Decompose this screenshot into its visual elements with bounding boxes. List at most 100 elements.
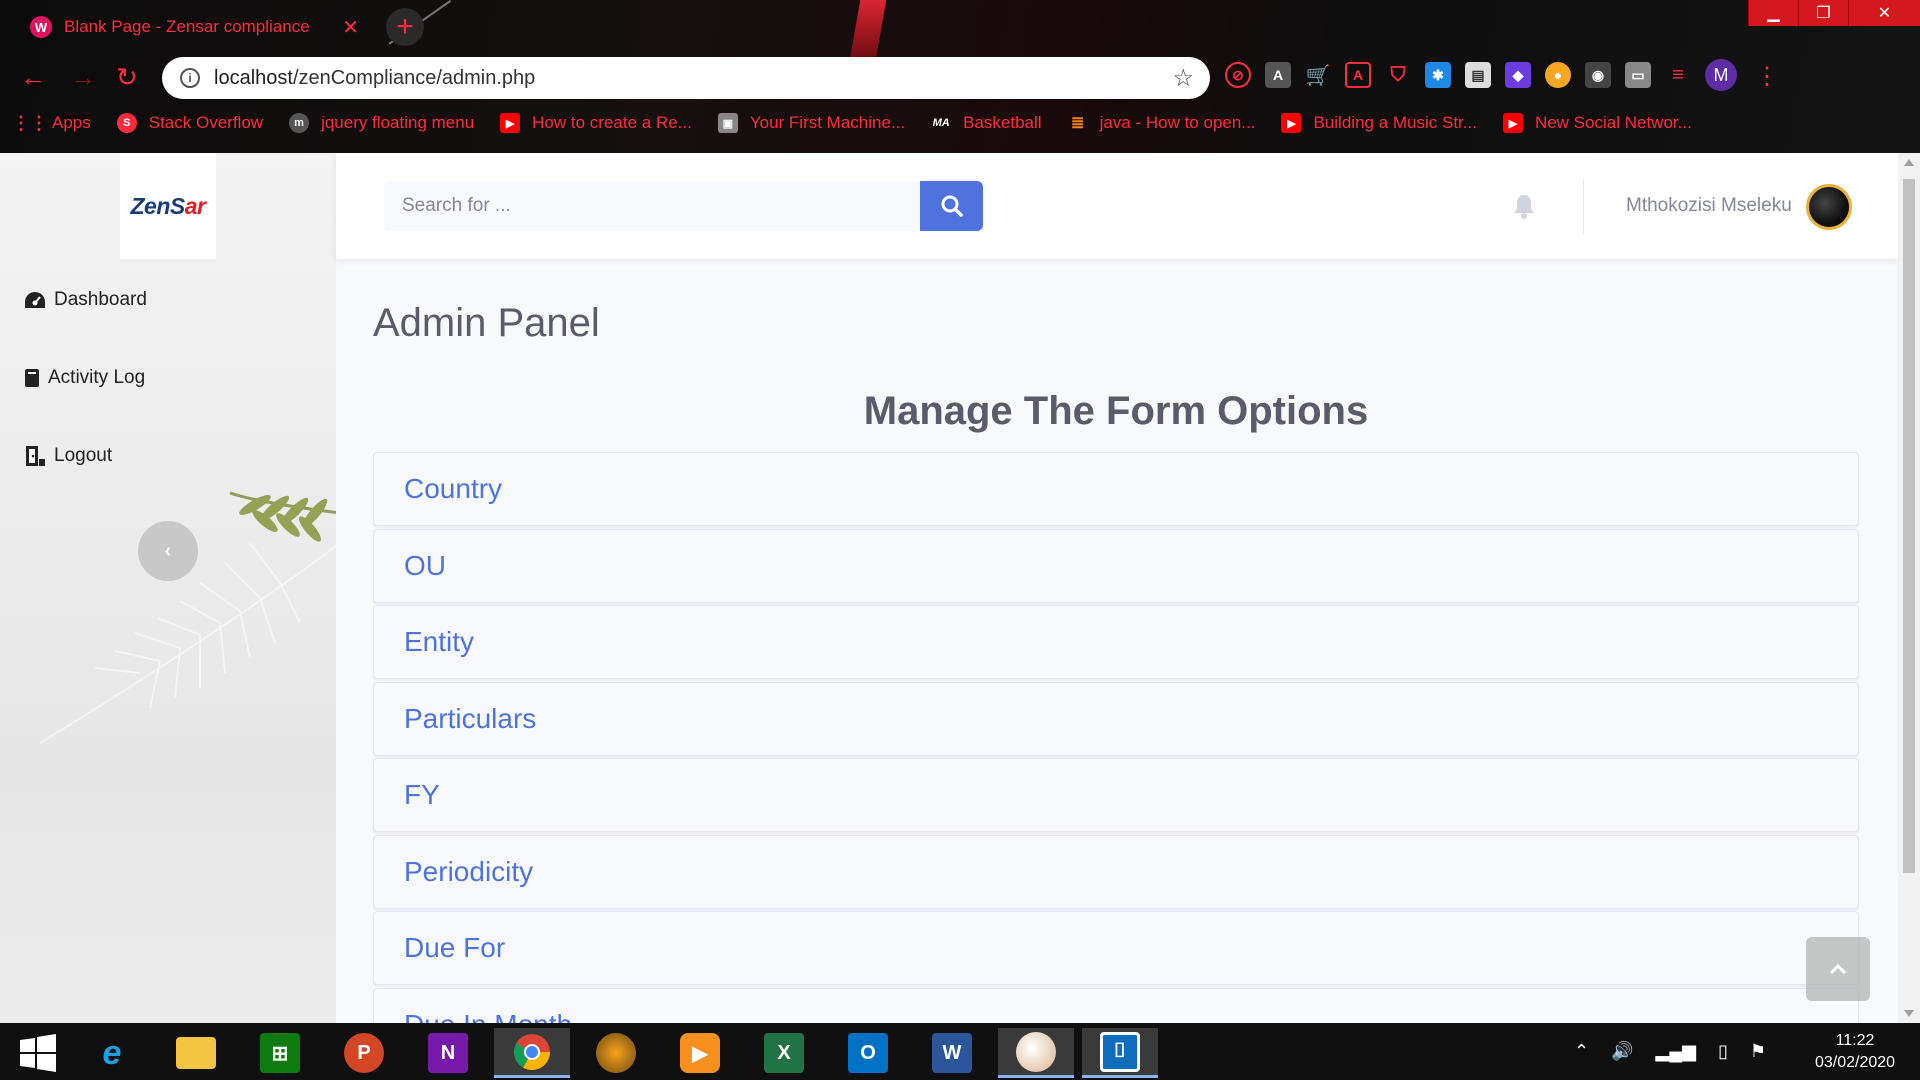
- taskbar-internet-explorer[interactable]: e: [74, 1028, 150, 1078]
- option-particulars[interactable]: Particulars: [373, 681, 1859, 756]
- minimize-button[interactable]: ▁: [1748, 0, 1798, 26]
- taskbar-media-player[interactable]: ▶: [662, 1028, 738, 1078]
- shield-extension-icon[interactable]: ⛉: [1385, 62, 1411, 88]
- internet-explorer-icon: e: [102, 1033, 122, 1072]
- taskbar-store[interactable]: ⊞: [242, 1028, 318, 1078]
- close-window-button[interactable]: ✕: [1848, 0, 1920, 26]
- page-extension-icon[interactable]: ▤: [1465, 62, 1491, 88]
- clock-date: 03/02/2020: [1814, 1053, 1896, 1071]
- book-icon: [24, 367, 40, 389]
- bookmark-java[interactable]: ≣ java - How to open...: [1068, 113, 1256, 133]
- bookmark-youtube-2[interactable]: ▶ Building a Music Str...: [1281, 113, 1477, 133]
- onenote-icon: N: [428, 1033, 468, 1073]
- taskbar-powerpoint[interactable]: P: [326, 1028, 402, 1078]
- chevron-left-icon: ‹: [164, 539, 172, 562]
- extension-1-icon[interactable]: ⊘: [1225, 62, 1251, 88]
- taskbar-fl-studio[interactable]: [578, 1028, 654, 1078]
- user-avatar[interactable]: [1806, 184, 1852, 230]
- camera-extension-icon[interactable]: ◉: [1585, 62, 1611, 88]
- sidebar-item-logout[interactable]: Logout: [24, 445, 112, 467]
- sidebar-item-label: Logout: [54, 445, 113, 466]
- back-button[interactable]: ←: [20, 62, 46, 93]
- browser-tab[interactable]: W Blank Page - Zensar compliance ✕: [12, 8, 367, 46]
- action-center-flag-icon[interactable]: ⚑: [1750, 1041, 1766, 1062]
- start-button[interactable]: [0, 1028, 76, 1078]
- system-tray: ⌃ 🔊 ▂▄▆ ▯ ⚑ 11:22 03/02/2020: [1574, 1023, 1920, 1080]
- option-ou[interactable]: OU: [373, 528, 1859, 603]
- pdf-extension-icon[interactable]: A: [1345, 62, 1371, 88]
- profile-avatar[interactable]: M: [1705, 59, 1737, 91]
- wallpaper-red-streak: [849, 0, 887, 60]
- taskbar-snipping-app[interactable]: ⌷: [1082, 1028, 1158, 1078]
- tab-close-icon[interactable]: ✕: [342, 15, 359, 40]
- browser-menu-icon[interactable]: ⋮: [1755, 62, 1779, 91]
- media-player-icon: ▶: [680, 1033, 720, 1073]
- folder-icon: [176, 1037, 216, 1069]
- snowflake-extension-icon[interactable]: ✱: [1425, 62, 1451, 88]
- tab-title: Blank Page - Zensar compliance: [64, 17, 310, 36]
- sidebar-toggle-button[interactable]: ‹: [138, 521, 198, 581]
- user-name[interactable]: Mthokozisi Mseleku: [1626, 195, 1792, 217]
- store-icon: ⊞: [260, 1033, 300, 1073]
- volume-icon[interactable]: 🔊: [1611, 1041, 1633, 1062]
- option-due-for[interactable]: Due For: [373, 911, 1859, 985]
- scrollbar-thumb[interactable]: [1903, 179, 1915, 873]
- stackoverflow-icon: ≣: [1070, 115, 1085, 132]
- taskbar-file-explorer[interactable]: [158, 1028, 234, 1078]
- bookmark-basketball[interactable]: MA Basketball: [931, 113, 1042, 133]
- door-exit-icon: [24, 445, 46, 467]
- taskbar-word[interactable]: W: [914, 1028, 990, 1078]
- info-icon[interactable]: i: [180, 68, 200, 88]
- cart-extension-icon[interactable]: 🛒: [1305, 62, 1331, 88]
- bookmark-stackoverflow[interactable]: S Stack Overflow: [116, 113, 263, 133]
- new-tab-button[interactable]: +: [386, 8, 424, 46]
- paint-palette-icon: [1016, 1031, 1056, 1072]
- tachometer-icon: [24, 289, 46, 311]
- forward-button[interactable]: →: [70, 62, 96, 93]
- link-extension-icon[interactable]: ◆: [1505, 62, 1531, 88]
- honey-extension-icon[interactable]: ●: [1545, 62, 1571, 88]
- option-periodicity[interactable]: Periodicity: [373, 834, 1859, 909]
- clock-time: 11:22: [1835, 1031, 1875, 1049]
- bookmark-youtube-1[interactable]: ▶ How to create a Re...: [500, 113, 692, 133]
- page-scrollbar[interactable]: [1898, 153, 1920, 1023]
- playlist-icon[interactable]: ≡: [1665, 62, 1691, 88]
- bookmark-machine-learning[interactable]: ▣ Your First Machine...: [717, 113, 905, 133]
- restore-button[interactable]: ❐: [1798, 0, 1848, 26]
- bookmarks-bar: ⋮⋮ Apps S Stack Overflow m jquery floati…: [12, 113, 1718, 133]
- company-logo[interactable]: ZenSar: [120, 153, 216, 259]
- bookmark-star-icon[interactable]: ☆: [1172, 64, 1194, 93]
- taskbar-excel[interactable]: X: [746, 1028, 822, 1078]
- sidebar-item-dashboard[interactable]: Dashboard: [24, 289, 147, 311]
- option-entity[interactable]: Entity: [373, 605, 1859, 679]
- taskbar-onenote[interactable]: N: [410, 1028, 486, 1078]
- bookmark-apps[interactable]: ⋮⋮ Apps: [12, 113, 91, 133]
- show-hidden-icons-chevron-icon[interactable]: ⌃: [1574, 1041, 1589, 1062]
- scroll-down-arrow-icon[interactable]: [1904, 1010, 1914, 1017]
- cast-extension-icon[interactable]: ▭: [1625, 62, 1651, 88]
- reload-button[interactable]: ↻: [116, 62, 138, 93]
- option-country[interactable]: Country: [373, 452, 1859, 526]
- sidebar: ZenSar Dashboard Activity Log Logout ‹: [0, 153, 336, 1023]
- youtube-icon: ▶: [500, 113, 521, 133]
- taskbar-outlook[interactable]: O: [830, 1028, 906, 1078]
- sidebar-item-activity-log[interactable]: Activity Log: [24, 367, 145, 389]
- avg-extension-icon[interactable]: A: [1265, 62, 1291, 88]
- scroll-up-arrow-icon[interactable]: [1904, 159, 1914, 166]
- scroll-to-top-button[interactable]: [1806, 937, 1870, 1001]
- taskbar-chrome[interactable]: [494, 1028, 570, 1078]
- topbar: Mthokozisi Mseleku: [336, 153, 1898, 259]
- network-signal-icon[interactable]: ▂▄▆: [1656, 1041, 1696, 1062]
- bookmark-jquery-menu[interactable]: m jquery floating menu: [289, 113, 474, 133]
- address-bar[interactable]: i localhost/zenCompliance/admin.php ☆: [162, 57, 1210, 99]
- bookmark-youtube-3[interactable]: ▶ New Social Networ...: [1502, 113, 1692, 133]
- battery-icon[interactable]: ▯: [1718, 1041, 1728, 1062]
- taskbar-paint[interactable]: [998, 1028, 1074, 1078]
- option-due-in-month[interactable]: Due In Month: [373, 987, 1859, 1023]
- search-button[interactable]: [920, 181, 983, 231]
- option-fy[interactable]: FY: [373, 758, 1859, 832]
- url-text[interactable]: localhost/zenCompliance/admin.php: [214, 67, 535, 90]
- bell-icon[interactable]: [1513, 193, 1535, 219]
- taskbar-clock[interactable]: 11:22 03/02/2020: [1800, 1030, 1910, 1074]
- search-input[interactable]: [384, 181, 920, 231]
